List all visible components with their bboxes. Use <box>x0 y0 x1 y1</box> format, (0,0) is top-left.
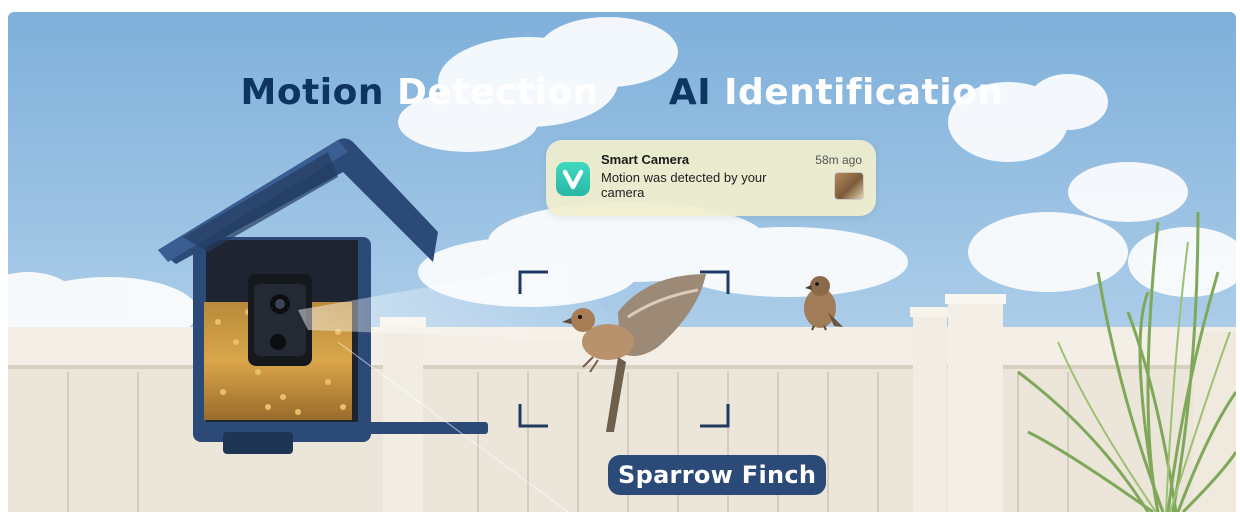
headline-ai: AI <box>668 72 712 113</box>
notification-thumbnail <box>834 172 864 200</box>
notification-message: Motion was detected by your camera <box>601 170 767 200</box>
notification-app-name: Smart Camera <box>601 152 690 167</box>
push-notification[interactable]: Smart Camera 58m ago Motion was detected… <box>546 140 876 216</box>
headline: Motion Detection AI Identification <box>8 72 1236 113</box>
headline-identification: Identification <box>724 72 1004 113</box>
product-banner: Motion Detection AI Identification Smart… <box>8 12 1236 512</box>
headline-motion: Motion <box>240 72 384 113</box>
v-logo-icon <box>556 162 590 196</box>
notification-time: 58m ago <box>815 153 862 167</box>
headline-detection: Detection <box>397 72 599 113</box>
species-label: Sparrow Finch <box>608 455 827 495</box>
